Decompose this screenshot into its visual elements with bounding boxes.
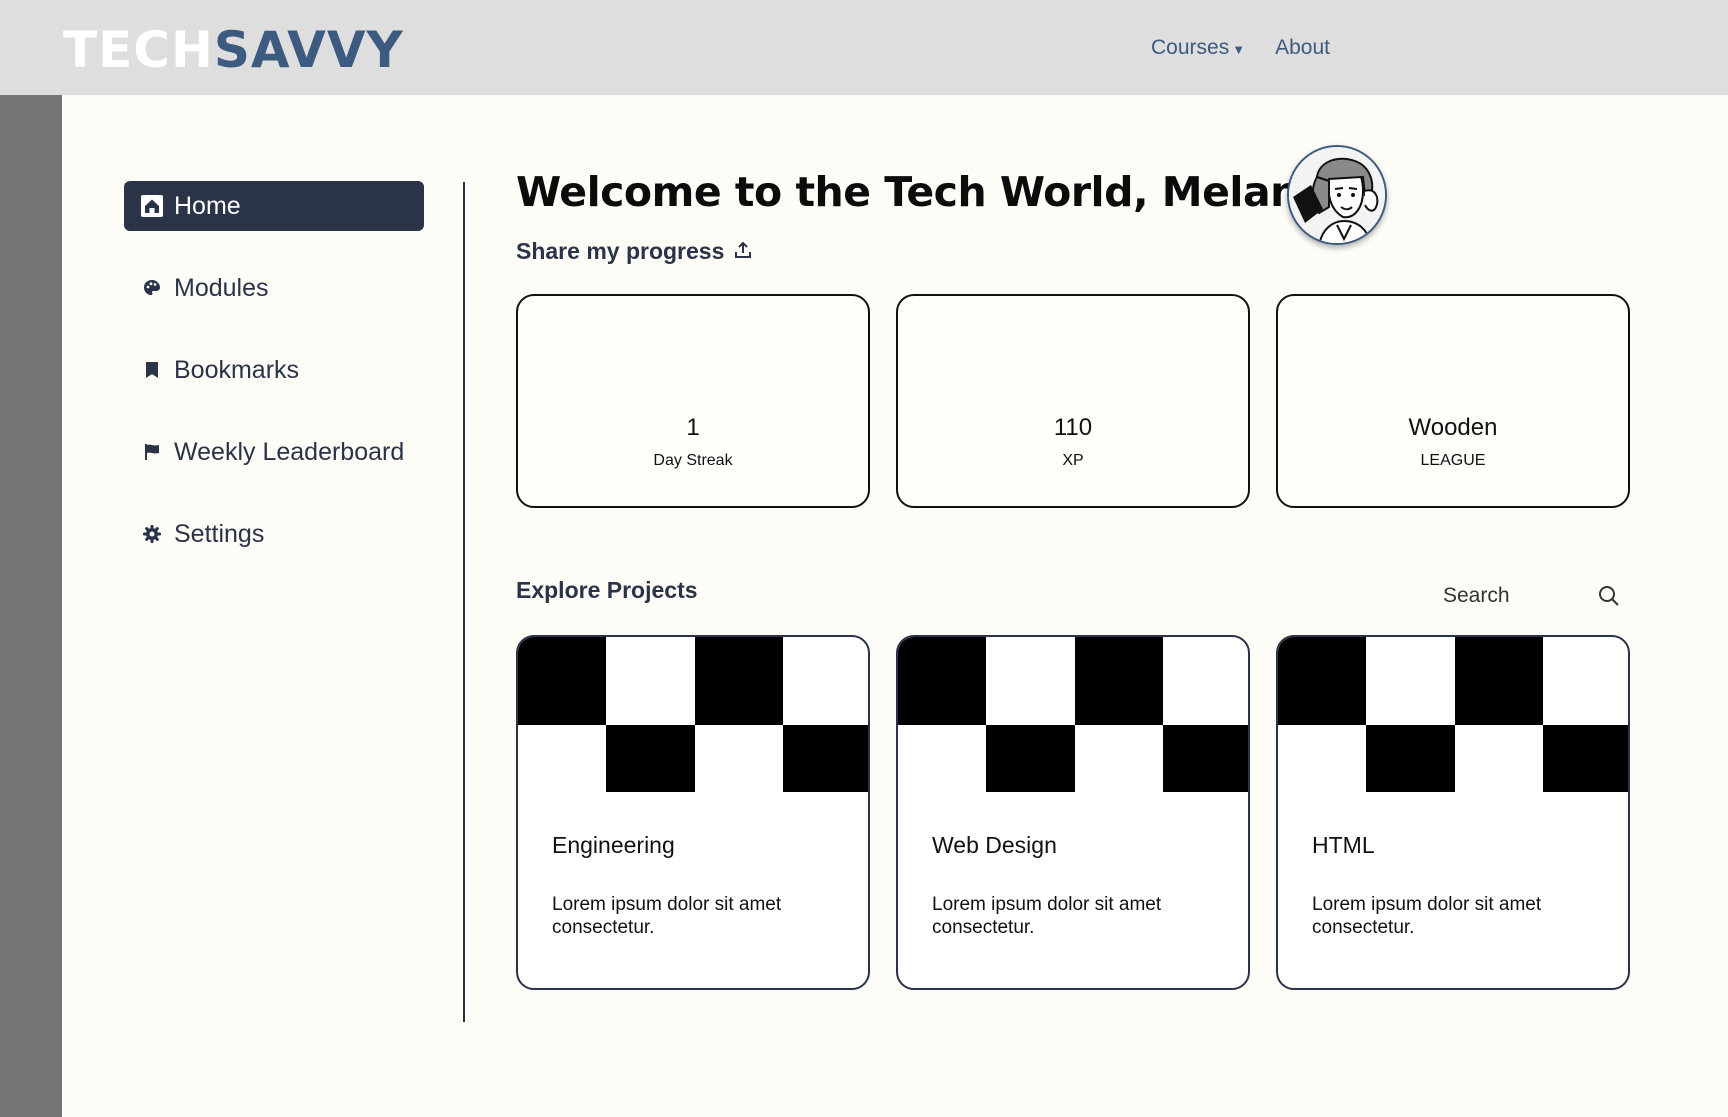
stat-caption: XP: [1062, 452, 1084, 469]
stat-value: 110: [1053, 414, 1093, 441]
project-description: Lorem ipsum dolor sit amet consectetur.: [932, 894, 1162, 938]
nav-about-label: About: [1275, 36, 1330, 59]
stat-card-xp: 110 XP: [896, 294, 1250, 508]
sidebar-item-weekly-leaderboard[interactable]: Weekly Leaderboard: [124, 427, 424, 477]
gear-icon: [141, 523, 163, 545]
caret-down-icon: ▼: [1232, 41, 1246, 57]
sidebar-item-settings[interactable]: Settings: [124, 509, 424, 559]
sidebar: Home Modules Bookmarks Weekly Leaderboar…: [124, 181, 424, 591]
stat-value: Wooden: [1408, 414, 1498, 441]
logo-part-savvy: SAVVY: [213, 21, 404, 79]
top-nav: Courses ▼ About: [1151, 36, 1330, 60]
explore-projects-heading: Explore Projects: [516, 577, 698, 603]
card-banner-pattern: [1278, 637, 1628, 792]
logo-part-tech: TECH: [63, 21, 214, 79]
stat-caption: LEAGUE: [1420, 452, 1486, 469]
search-input[interactable]: [1430, 584, 1580, 608]
project-card-engineering[interactable]: Engineering Lorem ipsum dolor sit amet c…: [516, 635, 870, 990]
bookmark-icon: [141, 359, 163, 381]
sidebar-item-label: Home: [174, 192, 241, 220]
sidebar-divider: [463, 182, 465, 1022]
share-progress-button[interactable]: Share my progress: [516, 238, 752, 265]
palette-icon: [141, 277, 163, 299]
logo[interactable]: TECHSAVVY: [63, 22, 404, 78]
stat-caption: Day Streak: [653, 452, 733, 469]
left-rail: [0, 95, 62, 1117]
card-banner-pattern: [518, 637, 868, 792]
sidebar-item-label: Bookmarks: [174, 356, 300, 384]
sidebar-item-label: Weekly Leaderboard: [174, 438, 405, 466]
project-card-html[interactable]: HTML Lorem ipsum dolor sit amet consecte…: [1276, 635, 1630, 990]
nav-about[interactable]: About: [1275, 36, 1330, 60]
project-title: Engineering: [552, 832, 675, 858]
project-description: Lorem ipsum dolor sit amet consectetur.: [1312, 894, 1542, 938]
share-icon: [734, 238, 752, 265]
sidebar-item-label: Modules: [174, 274, 269, 302]
stat-card-streak: 1 Day Streak: [516, 294, 870, 508]
project-description: Lorem ipsum dolor sit amet consectetur.: [552, 894, 782, 938]
share-progress-label: Share my progress: [516, 238, 725, 264]
nav-courses[interactable]: Courses ▼: [1151, 36, 1245, 60]
search-icon[interactable]: [1598, 585, 1620, 612]
project-title: Web Design: [932, 832, 1057, 858]
sidebar-item-bookmarks[interactable]: Bookmarks: [124, 345, 424, 395]
sidebar-item-home[interactable]: Home: [124, 181, 424, 231]
project-title: HTML: [1312, 832, 1375, 858]
avatar[interactable]: [1287, 145, 1387, 245]
home-icon: [141, 195, 163, 217]
page-title: Welcome to the Tech World, Melanie!: [516, 168, 1358, 216]
stat-value: 1: [686, 414, 700, 441]
sidebar-item-modules[interactable]: Modules: [124, 263, 424, 313]
project-card-web-design[interactable]: Web Design Lorem ipsum dolor sit amet co…: [896, 635, 1250, 990]
flag-icon: [141, 441, 163, 463]
nav-courses-label: Courses: [1151, 36, 1230, 59]
stat-card-league: Wooden LEAGUE: [1276, 294, 1630, 508]
project-search: [1430, 577, 1625, 615]
sidebar-item-label: Settings: [174, 520, 265, 548]
card-banner-pattern: [898, 637, 1248, 792]
top-bar: TECHSAVVY Courses ▼ About: [0, 0, 1728, 95]
avatar-illustration: [1289, 147, 1385, 243]
